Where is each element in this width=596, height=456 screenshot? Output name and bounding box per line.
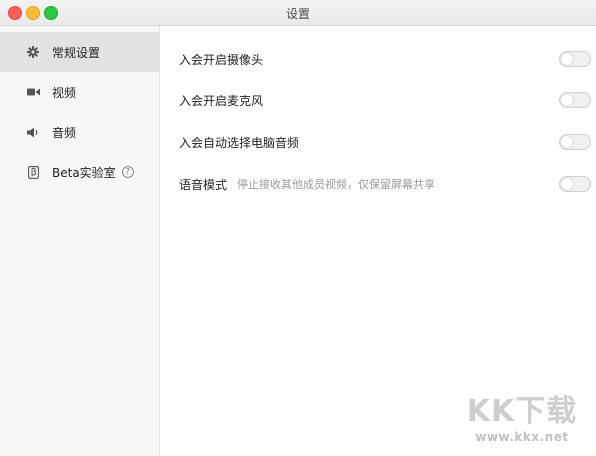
toggle-knob [561, 94, 573, 106]
setting-row-microphone: 入会开启麦克风 [179, 90, 591, 110]
sidebar-item-general[interactable]: 常规设置 [0, 32, 159, 72]
sidebar-item-video[interactable]: 视频 [0, 72, 159, 112]
sidebar: 常规设置 视频 音频 Beta实验室 ? [0, 26, 160, 456]
toggle-knob [561, 178, 573, 190]
settings-window: 设置 常规设置 视频 音频 Beta实验室 ? 入会开启摄像头 入会开启麦克风 … [0, 0, 596, 456]
setting-description: 停止接收其他成员视频，仅保留屏幕共享 [237, 178, 436, 191]
sidebar-item-label: 常规设置 [52, 45, 101, 60]
video-camera-icon [26, 85, 40, 99]
sidebar-item-label: 音频 [52, 125, 77, 140]
setting-row-camera: 入会开启摄像头 [179, 49, 591, 69]
watermark: KK下载 www.kkx.net [462, 394, 582, 452]
setting-label: 语音模式 [179, 177, 228, 192]
sidebar-item-label: Beta实验室 [52, 165, 116, 180]
gear-icon [26, 45, 40, 59]
sidebar-item-label: 视频 [52, 85, 77, 100]
microphone-toggle[interactable] [559, 92, 591, 108]
settings-panel: 入会开启摄像头 入会开启麦克风 入会自动选择电脑音频 语音模式 停止接收其他成员… [160, 26, 596, 456]
help-icon[interactable]: ? [121, 166, 134, 178]
beta-icon [26, 165, 40, 179]
window-title: 设置 [285, 7, 310, 21]
setting-row-computer-audio: 入会自动选择电脑音频 [179, 132, 591, 152]
toggle-knob [561, 53, 573, 65]
camera-toggle[interactable] [559, 51, 591, 67]
voice-mode-toggle[interactable] [559, 176, 591, 192]
setting-label: 入会开启麦克风 [179, 93, 264, 108]
sidebar-item-beta-lab[interactable]: Beta实验室 ? [0, 152, 159, 192]
watermark-logo: KK下载 [466, 394, 578, 429]
sidebar-item-audio[interactable]: 音频 [0, 112, 159, 152]
setting-label: 入会自动选择电脑音频 [179, 135, 300, 150]
setting-label: 入会开启摄像头 [179, 52, 264, 67]
setting-row-voice-mode: 语音模式 停止接收其他成员视频，仅保留屏幕共享 [179, 174, 591, 194]
speaker-icon [26, 125, 40, 139]
computer-audio-toggle[interactable] [559, 134, 591, 150]
toggle-knob [561, 136, 573, 148]
title-bar: 设置 [0, 0, 596, 26]
watermark-url: www.kkx.net [475, 430, 569, 444]
